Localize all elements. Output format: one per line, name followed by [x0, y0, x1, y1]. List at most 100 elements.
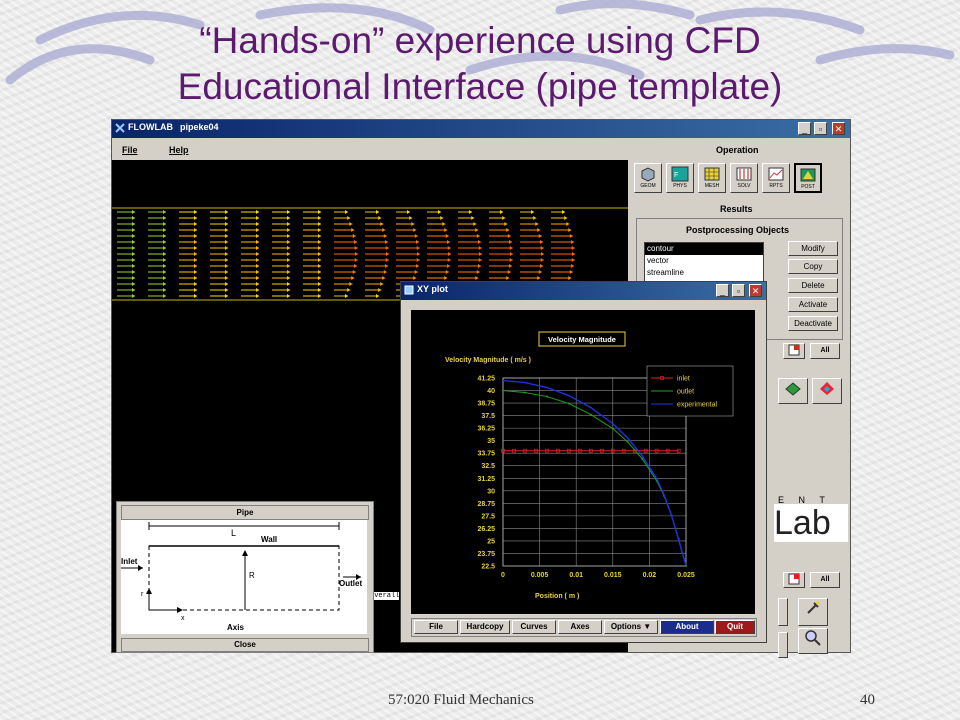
velocity-vector-head — [256, 222, 259, 226]
y-tick-label: 31.25 — [477, 476, 495, 483]
list-item[interactable]: streamline — [645, 267, 763, 279]
velocity-vector-head — [383, 270, 387, 274]
velocity-vector-head — [376, 210, 379, 214]
velocity-vector-head — [225, 282, 228, 286]
deactivate-button[interactable]: Deactivate — [788, 316, 838, 331]
velocity-vector-head — [256, 228, 259, 232]
xy-close-button[interactable]: ✕ — [749, 284, 762, 297]
modify-button[interactable]: Modify — [788, 241, 838, 256]
footer-course: 57:020 Fluid Mechanics — [388, 692, 534, 708]
velocity-vector-head — [163, 294, 166, 298]
curves-button[interactable]: Curves — [512, 620, 556, 634]
copy-button[interactable]: Copy — [788, 259, 838, 274]
scroll-button-2[interactable] — [778, 632, 788, 658]
velocity-vector-head — [287, 222, 290, 226]
xy-app-icon — [404, 285, 414, 295]
hardcopy-button[interactable]: Hardcopy — [460, 620, 510, 634]
zoom-button[interactable] — [798, 628, 828, 654]
post-icon — [800, 168, 816, 182]
phys-button[interactable]: F PHYS — [666, 163, 694, 193]
velocity-vector-head — [225, 210, 228, 214]
velocity-vector-head — [506, 228, 510, 232]
velocity-vector-head — [163, 246, 166, 250]
flowlab-logo: Lab — [774, 504, 848, 542]
velocity-vector-head — [351, 276, 355, 280]
velocity-vector-head — [349, 222, 353, 226]
all-button-2[interactable]: All — [810, 572, 840, 588]
geom-button[interactable]: GEOM — [634, 163, 662, 193]
velocity-vector-head — [287, 288, 290, 292]
list-item[interactable]: contour — [645, 243, 763, 255]
data-point — [502, 389, 504, 392]
y-tick-label: 28.75 — [477, 501, 495, 508]
split-view-button[interactable] — [783, 343, 805, 359]
velocity-vector-head — [225, 246, 228, 250]
rpts-button[interactable]: RPTS — [762, 163, 790, 193]
maximize-button[interactable]: ▫ — [814, 122, 827, 135]
velocity-vector-head — [416, 258, 420, 262]
velocity-vector-head — [225, 240, 228, 244]
pipe-close-button[interactable]: Close — [121, 638, 369, 652]
contour-view-button[interactable] — [812, 378, 842, 404]
velocity-vector-head — [385, 246, 389, 250]
velocity-vector-head — [447, 246, 451, 250]
velocity-vector-head — [194, 228, 197, 232]
solv-button[interactable]: SOLV — [730, 163, 758, 193]
slide-title-line2: Educational Interface (pipe template) — [177, 66, 783, 107]
velocity-vector-head — [318, 276, 321, 280]
split-view-button-2[interactable] — [783, 572, 805, 588]
xy-file-button[interactable]: File — [414, 620, 458, 634]
delete-button[interactable]: Delete — [788, 278, 838, 293]
velocity-vector-head — [194, 282, 197, 286]
velocity-vector-head — [509, 264, 513, 268]
velocity-vector-head — [256, 276, 259, 280]
velocity-vector-head — [448, 252, 451, 256]
list-item[interactable]: vector — [645, 255, 763, 267]
velocity-chart: Velocity Magnitude Velocity Magnitude ( m… — [445, 331, 734, 600]
velocity-vector-head — [287, 216, 290, 220]
velocity-vector-head — [163, 252, 166, 256]
velocity-vector-head — [417, 252, 420, 256]
velocity-vector-head — [163, 276, 166, 280]
x-tick-label: 0.02 — [643, 572, 657, 579]
menu-file[interactable]: File — [122, 145, 138, 155]
velocity-vector-head — [502, 216, 506, 220]
velocity-vector-head — [163, 210, 166, 214]
activate-button[interactable]: Activate — [788, 297, 838, 312]
velocity-vector-head — [541, 252, 544, 256]
velocity-vector-head — [376, 294, 379, 298]
velocity-vector-head — [163, 270, 166, 274]
data-point — [626, 440, 629, 443]
menu-help[interactable]: Help — [169, 145, 189, 155]
mesh-view-button[interactable] — [778, 378, 808, 404]
velocity-vector-head — [225, 228, 228, 232]
mesh-button[interactable]: MESH — [698, 163, 726, 193]
y-tick-label: 32.5 — [481, 463, 495, 470]
minimize-button[interactable]: _ — [798, 122, 811, 135]
options-button[interactable]: Options ▼ — [604, 620, 658, 634]
xy-maximize-button[interactable]: ▫ — [732, 284, 745, 297]
all-button[interactable]: All — [810, 343, 840, 359]
velocity-vector-head — [163, 288, 166, 292]
axes-button[interactable]: Axes — [558, 620, 602, 634]
zoom-icon — [805, 630, 821, 646]
velocity-vector-head — [194, 264, 197, 268]
quit-button[interactable]: Quit — [715, 620, 755, 634]
probe-button[interactable] — [798, 598, 828, 626]
velocity-vector-head — [385, 264, 389, 268]
xy-minimize-button[interactable]: _ — [716, 284, 729, 297]
scroll-button[interactable] — [778, 598, 788, 626]
post-button[interactable]: POST — [794, 163, 822, 193]
postprocessing-list[interactable]: contour vector streamline — [644, 242, 764, 284]
velocity-vector-head — [256, 210, 259, 214]
velocity-vector-head — [287, 246, 290, 250]
velocity-vector-head — [504, 222, 508, 226]
velocity-vector-head — [475, 228, 479, 232]
close-button[interactable]: ✕ — [832, 122, 845, 135]
pipe-label-r: r — [141, 591, 144, 598]
about-button[interactable]: About — [660, 620, 714, 634]
velocity-vector-head — [354, 246, 358, 250]
velocity-vector-head — [225, 258, 228, 262]
velocity-vector-head — [345, 294, 348, 298]
velocity-vector-head — [349, 282, 353, 286]
